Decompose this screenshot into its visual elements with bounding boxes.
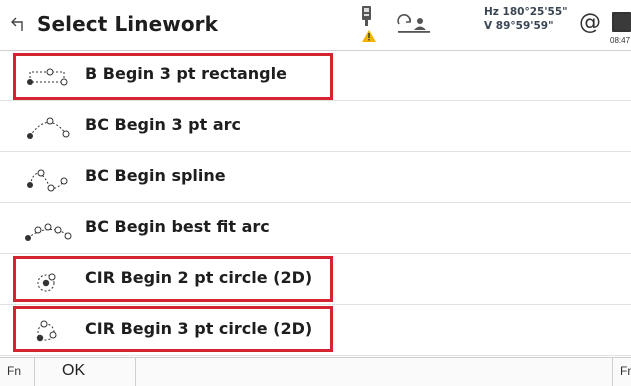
spline-icon: [27, 169, 68, 192]
page-title: Select Linework: [37, 12, 219, 36]
v-angle: V 89°59'59": [484, 20, 554, 32]
rectangle-3pt-icon: [27, 68, 68, 86]
angle-readout: Hz 180°25'55" V 89°59'59": [484, 5, 568, 33]
list-item[interactable]: BC Begin 3 pt arc: [0, 102, 631, 152]
list-item-label: BC Begin 3 pt arc: [85, 115, 241, 134]
list-item-label: CIR Begin 2 pt circle (2D): [85, 268, 313, 287]
ok-button[interactable]: OK: [62, 362, 85, 380]
list-item[interactable]: BC Begin best fit arc: [0, 204, 631, 254]
at-icon[interactable]: @: [579, 10, 601, 35]
circle-3pt-icon: [36, 320, 57, 342]
fn-right-key[interactable]: Fn: [620, 364, 631, 378]
back-arrow-icon[interactable]: [8, 14, 28, 34]
list-item-label: B Begin 3 pt rectangle: [85, 64, 287, 83]
list-item-label: BC Begin spline: [85, 166, 226, 185]
list-item-label: CIR Begin 3 pt circle (2D): [85, 319, 313, 338]
list-item[interactable]: BC Begin spline: [0, 153, 631, 203]
list-item-label: BC Begin best fit arc: [85, 217, 270, 236]
divider: [34, 358, 35, 386]
target-person-icon[interactable]: [396, 14, 432, 34]
clock: 08:47: [610, 36, 631, 45]
list-item[interactable]: CIR Begin 2 pt circle (2D): [0, 255, 631, 305]
header-bar: Select Linework Hz 180°25'55" V 89°59'59…: [0, 0, 631, 51]
list-item[interactable]: B Begin 3 pt rectangle: [0, 51, 631, 101]
arc-3pt-icon: [27, 117, 70, 139]
circle-2pt-icon: [37, 273, 56, 292]
divider: [612, 358, 613, 386]
softkey-bar: Fn OK Fn: [0, 357, 631, 386]
hz-angle: Hz 180°25'55": [484, 6, 568, 18]
best-fit-arc-icon: [25, 223, 72, 241]
instrument-warning-icon[interactable]: [359, 4, 379, 44]
divider: [135, 358, 136, 386]
list-item[interactable]: CIR Begin 3 pt circle (2D): [0, 306, 631, 356]
fn-left-key[interactable]: Fn: [7, 364, 21, 378]
